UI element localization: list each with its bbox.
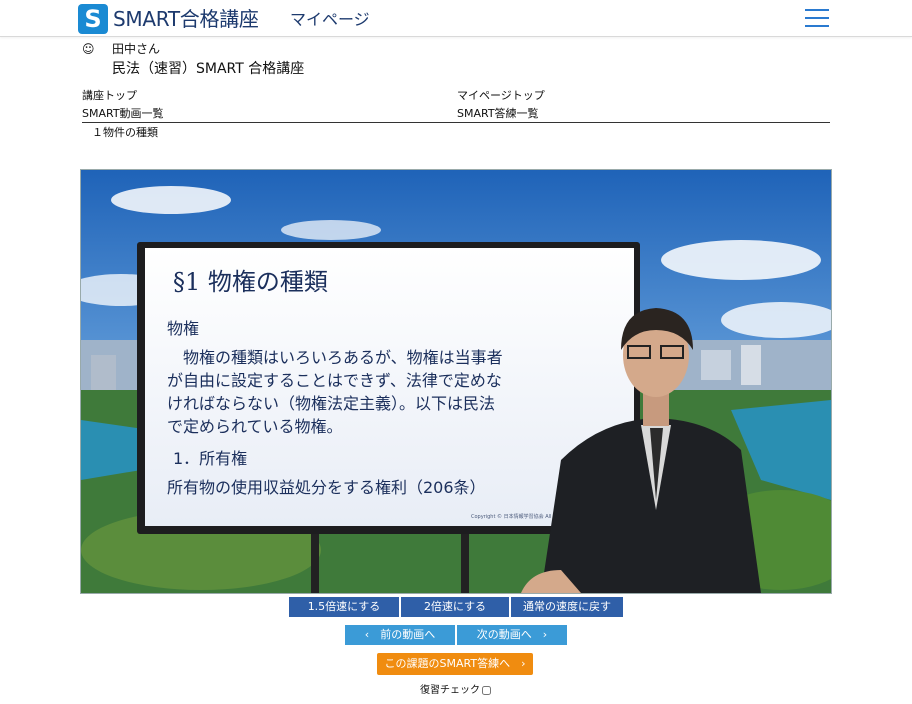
review-check: 復習チェック [420,684,491,698]
speed-normal-button[interactable]: 通常の速度に戻す [511,597,623,617]
slide-subheading: 物権 [167,319,199,338]
smart-answer-label: この課題のSMART答練へ [384,657,511,670]
logo-icon[interactable]: S [78,4,108,34]
display-stand [461,534,469,593]
top-bar: S SMART合格講座 マイページ [0,0,912,37]
page-subtitle: マイページ [290,10,370,29]
divider [82,122,830,123]
building [701,350,731,380]
hamburger-menu-icon[interactable] [805,8,829,28]
answer-list-link[interactable]: SMART答練一覧 [457,107,539,121]
next-video-label: 次の動画へ [476,628,532,641]
speed-2x-button[interactable]: 2倍速にする [401,597,509,617]
course-top-link[interactable]: 講座トップ [82,89,137,103]
review-check-label: 復習チェック [420,685,480,696]
chevron-right-icon: › [542,628,548,641]
slide-item: 1．所有権 [173,449,247,468]
display-stand [311,534,319,593]
next-video-button[interactable]: 次の動画へ › [457,625,567,645]
video-player[interactable]: §1 物権の種類 物権 物権の種類はいろいろあるが、物権は当事者 が自由に設定す… [80,169,832,594]
slide-item-desc: 所有物の使用収益処分をする権利（206条） [167,478,486,497]
chevron-right-icon: › [521,657,526,670]
slide-line: ければならない（物権法定主義）。以下は民法 [167,394,495,413]
prev-video-button[interactable]: ‹ 前の動画へ [345,625,455,645]
cloud [661,240,821,280]
mypage-top-link[interactable]: マイページトップ [457,89,545,103]
prev-video-label: 前の動画へ [380,628,436,641]
smiley-icon: ☺ [82,42,95,56]
speed-1-5x-button[interactable]: 1.5倍速にする [289,597,399,617]
slide-line: が自由に設定することはできず、法律で定めな [167,371,502,390]
building [741,345,761,385]
chevron-left-icon: ‹ [364,628,370,641]
video-nav-row: ‹ 前の動画へ 次の動画へ › [345,625,567,645]
cta-row: この課題のSMART答練へ › [377,653,533,675]
course-title: 民法（速習）SMART 合格講座 [112,61,305,77]
building [91,355,116,395]
review-checkbox[interactable] [482,685,491,695]
slide-line: で定められている物権。 [167,417,343,436]
video-list-link[interactable]: SMART動画一覧 [82,107,164,121]
lesson-title: １物件の種類 [92,126,158,139]
slide-line: 物権の種類はいろいろあるが、物権は当事者 [167,348,503,367]
cloud [111,186,231,214]
brand-title[interactable]: SMART合格講座 [113,5,259,33]
speed-button-row: 1.5倍速にする 2倍速にする 通常の速度に戻す [289,597,623,617]
user-name: 田中さん [112,42,161,56]
cloud [281,220,381,240]
smart-answer-button[interactable]: この課題のSMART答練へ › [377,653,533,675]
slide-heading: §1 物権の種類 [173,268,328,296]
